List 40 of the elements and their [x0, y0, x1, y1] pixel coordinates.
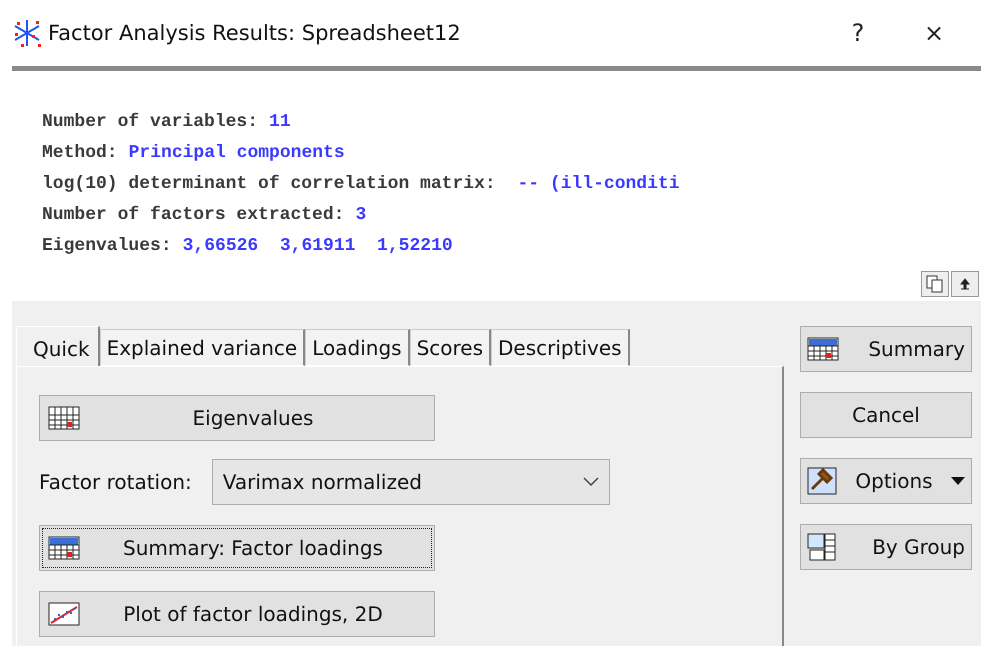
- collapse-button[interactable]: [951, 271, 979, 297]
- report-label: Method:: [42, 142, 118, 165]
- summary-button[interactable]: Summary: [800, 326, 972, 372]
- table-icon: [48, 536, 80, 560]
- report-label: Eigenvalues:: [42, 235, 172, 258]
- report-value: 3,66526 3,61911 1,52210: [182, 235, 453, 258]
- copy-icon: [926, 275, 944, 293]
- rotation-dropdown[interactable]: Varimax normalized: [212, 459, 610, 505]
- tab[interactable]: Quick: [16, 326, 100, 367]
- report-value: -- (ill-conditi: [516, 173, 680, 196]
- options-button[interactable]: Options: [800, 458, 972, 504]
- up-arrow-icon: [960, 278, 970, 290]
- table-icon: [807, 533, 837, 561]
- report-value: 11: [269, 111, 291, 134]
- eigenvalues-button[interactable]: Eigenvalues: [39, 395, 435, 441]
- tab[interactable]: Scores: [410, 329, 492, 366]
- hammer-icon: [807, 467, 837, 495]
- close-button[interactable]: ×: [899, 19, 969, 47]
- plot-button[interactable]: Plot of factor loadings, 2D: [39, 591, 435, 637]
- summary-loadings-button[interactable]: Summary: Factor loadings: [39, 525, 435, 571]
- tab[interactable]: Explained variance: [100, 329, 306, 366]
- table-icon: [48, 406, 80, 430]
- table-icon: [807, 337, 839, 361]
- cancel-button[interactable]: Cancel: [800, 392, 972, 438]
- chevron-icon: [582, 477, 599, 487]
- tab[interactable]: Loadings: [305, 329, 410, 366]
- window-title: Factor Analysis Results: Spreadsheet12: [48, 21, 462, 45]
- rotation-label: Factor rotation:: [39, 470, 192, 494]
- scatterplot-icon: [48, 602, 80, 626]
- report-label: Number of factors extracted:: [42, 204, 344, 227]
- report-label: log(10) determinant of correlation matrix:: [42, 173, 496, 196]
- report-label: Number of variables:: [42, 111, 258, 134]
- report-value: 3: [355, 204, 366, 227]
- copy-button[interactable]: [921, 271, 949, 297]
- by-group-button[interactable]: By Group: [800, 524, 972, 570]
- help-button[interactable]: ?: [823, 19, 893, 47]
- app-icon: [12, 18, 42, 48]
- dropdown-arrow-icon: [950, 477, 965, 485]
- report-value: Principal components: [128, 142, 345, 165]
- tab[interactable]: Descriptives: [491, 329, 630, 366]
